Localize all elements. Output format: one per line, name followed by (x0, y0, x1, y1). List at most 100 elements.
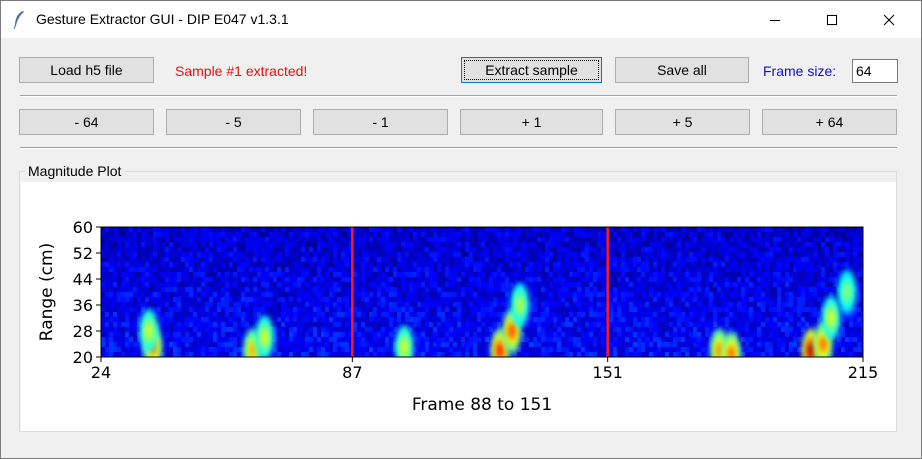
heatmap-cell (433, 287, 437, 292)
extract-sample-button[interactable]: Extract sample (461, 57, 602, 83)
heatmap-cell (301, 252, 305, 257)
step-forward-1-button[interactable]: + 1 (460, 109, 603, 135)
heatmap-cell (129, 297, 133, 302)
heatmap-cell (129, 227, 133, 232)
heatmap-cell (137, 292, 141, 297)
frame-size-input[interactable] (852, 59, 898, 83)
heatmap-cell (341, 252, 345, 257)
heatmap-cell (429, 292, 433, 297)
heatmap-cell (401, 312, 405, 317)
heatmap-cell (413, 317, 417, 322)
step-forward-64-button[interactable]: + 64 (762, 109, 897, 135)
heatmap-cell (665, 292, 669, 297)
heatmap-cell (841, 317, 845, 322)
heatmap-cell (361, 292, 365, 297)
heatmap-cell (101, 272, 105, 277)
step-back-5-button[interactable]: - 5 (166, 109, 301, 135)
heatmap-cell (121, 247, 125, 252)
heatmap-cell (161, 287, 165, 292)
heatmap-cell (437, 282, 441, 287)
heatmap-cell (613, 312, 617, 317)
heatmap-cell (657, 317, 661, 322)
heatmap-cell (209, 257, 213, 262)
heatmap-cell (593, 312, 597, 317)
heatmap-cell (653, 287, 657, 292)
heatmap-cell (321, 307, 325, 312)
heatmap-cell (273, 302, 277, 307)
heatmap-cell (129, 327, 133, 332)
heatmap-cell (761, 327, 765, 332)
heatmap-cell (717, 227, 721, 232)
heatmap-cell (521, 242, 525, 247)
heatmap-cell (381, 347, 385, 352)
heatmap-cell (653, 272, 657, 277)
heatmap-cell (325, 272, 329, 277)
heatmap-cell (485, 347, 489, 352)
heatmap-cell (745, 262, 749, 267)
heatmap-cell (465, 332, 469, 337)
heatmap-cell (577, 252, 581, 257)
heatmap-cell (421, 337, 425, 342)
close-button[interactable] (866, 1, 912, 38)
heatmap-cell (441, 292, 445, 297)
heatmap-cell (709, 332, 713, 337)
minimize-button[interactable] (752, 1, 798, 38)
heatmap-cell (669, 252, 673, 257)
heatmap-cell (809, 227, 813, 232)
heatmap-cell (813, 322, 817, 327)
heatmap-cell (153, 237, 157, 242)
heatmap-cell (381, 337, 385, 342)
heatmap-cell (469, 327, 473, 332)
heatmap-cell (837, 272, 841, 277)
heatmap-cell (493, 227, 497, 232)
heatmap-cell (717, 252, 721, 257)
heatmap-cell (633, 272, 637, 277)
heatmap-cell (337, 242, 341, 247)
heatmap-cell (533, 242, 537, 247)
step-forward-5-button[interactable]: + 5 (615, 109, 750, 135)
heatmap-cell (273, 292, 277, 297)
heatmap-cell (165, 227, 169, 232)
heatmap-cell (485, 252, 489, 257)
step-back-64-button[interactable]: - 64 (19, 109, 154, 135)
heatmap-cell (105, 237, 109, 242)
heatmap-cell (585, 342, 589, 347)
step-back-1-button[interactable]: - 1 (313, 109, 448, 135)
heatmap-cell (553, 262, 557, 267)
heatmap-cell (645, 292, 649, 297)
heatmap-cell (101, 312, 105, 317)
heatmap-cell (685, 272, 689, 277)
heatmap-cell (241, 232, 245, 237)
heatmap-cell (157, 267, 161, 272)
heatmap-cell (669, 327, 673, 332)
heatmap-cell (369, 327, 373, 332)
title-bar[interactable]: Gesture Extractor GUI - DIP E047 v1.3.1 (1, 1, 921, 38)
load-h5-button[interactable]: Load h5 file (19, 57, 154, 83)
heatmap-cell (477, 352, 481, 357)
heatmap-cell (537, 237, 541, 242)
save-all-button[interactable]: Save all (615, 57, 749, 83)
heatmap-cell (577, 352, 581, 357)
heatmap-cell (729, 322, 733, 327)
heatmap-cell (637, 317, 641, 322)
heatmap-cell (205, 247, 209, 252)
heatmap-cell (717, 242, 721, 247)
heatmap-cell (449, 232, 453, 237)
heatmap-cell (333, 237, 337, 242)
heatmap-cell (685, 292, 689, 297)
heatmap-cell (693, 247, 697, 252)
heatmap-cell (673, 337, 677, 342)
heatmap-cell (477, 272, 481, 277)
heatmap-cell (561, 262, 565, 267)
heatmap-cell (717, 287, 721, 292)
heatmap-cell (773, 237, 777, 242)
heatmap-cell (193, 347, 197, 352)
heatmap-cell (621, 352, 625, 357)
heatmap-cell (793, 297, 797, 302)
heatmap-cell (753, 267, 757, 272)
heatmap-cell (625, 337, 629, 342)
heatmap-cell (781, 272, 785, 277)
heatmap-cell (657, 352, 661, 357)
maximize-button[interactable] (809, 1, 855, 38)
heatmap-cell (293, 317, 297, 322)
